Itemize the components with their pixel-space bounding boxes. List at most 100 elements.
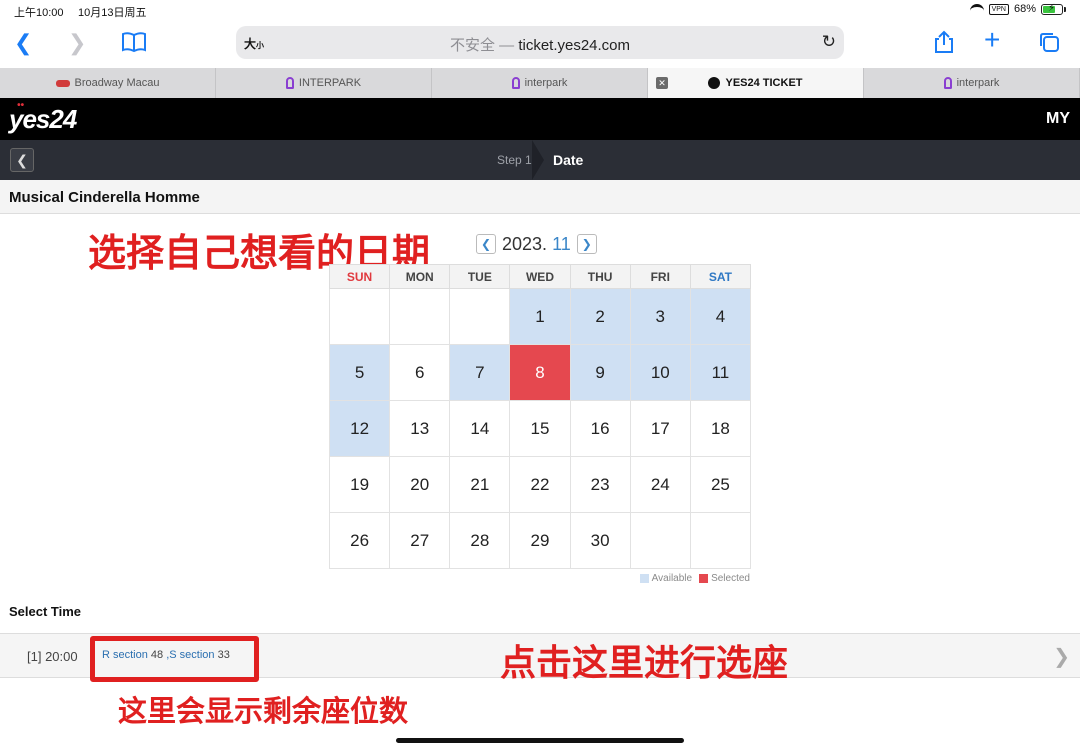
calendar-day[interactable]: 8 bbox=[509, 344, 571, 401]
step-separator-icon bbox=[532, 140, 546, 180]
weekday-header: TUE bbox=[449, 264, 511, 289]
calendar-week: 19 20 21 22 23 24 25 bbox=[328, 456, 752, 513]
calendar-day: 14 bbox=[449, 400, 511, 457]
calendar-day[interactable]: 9 bbox=[569, 344, 631, 401]
calendar-day: 24 bbox=[629, 456, 691, 513]
interpark-favicon-icon bbox=[943, 77, 952, 89]
next-month-button[interactable]: ❯ bbox=[576, 234, 597, 254]
legend-available: Available bbox=[651, 573, 693, 584]
calendar-week: 5 6 7 8 9 10 11 bbox=[328, 344, 752, 401]
share-icon[interactable] bbox=[933, 30, 955, 58]
calendar-empty-cell bbox=[689, 512, 752, 569]
weekday-header: SUN bbox=[328, 264, 391, 289]
battery-percent: 68% bbox=[1013, 3, 1036, 15]
calendar-day: 19 bbox=[328, 456, 391, 513]
annotation-remaining-seats: 这里会显示剩余座位数 bbox=[118, 694, 409, 728]
calendar-day[interactable]: 11 bbox=[689, 344, 752, 401]
calendar-week: 26 27 28 29 30 bbox=[328, 512, 752, 569]
tab-interpark-1[interactable]: INTERPARK bbox=[216, 68, 432, 98]
browser-tabs: Broadway Macau INTERPARK interpark ✕ YES2… bbox=[0, 68, 1080, 98]
calendar-empty-cell bbox=[629, 512, 691, 569]
reload-icon[interactable]: ↻ bbox=[822, 32, 836, 52]
battery-tip bbox=[1064, 6, 1066, 12]
calendar-day: 28 bbox=[449, 512, 511, 569]
select-time-heading: Select Time bbox=[9, 604, 82, 619]
calendar-day: 6 bbox=[389, 344, 451, 401]
calendar-day: 21 bbox=[449, 456, 511, 513]
tab-yes24-ticket[interactable]: ✕ YES24 TICKET bbox=[648, 68, 864, 98]
weekday-header: FRI bbox=[629, 264, 691, 289]
wifi-icon bbox=[969, 4, 984, 14]
battery-icon: ⚡ bbox=[1041, 3, 1063, 15]
available-swatch bbox=[639, 574, 649, 583]
tab-interpark-3[interactable]: interpark bbox=[864, 68, 1080, 98]
address-bar[interactable]: 大小 不安全 — ticket.yes24.com ↻ bbox=[236, 26, 844, 59]
step-1-label: Step 1 bbox=[497, 153, 532, 167]
status-time: 上午10:00 bbox=[14, 7, 64, 19]
calendar-day[interactable]: 10 bbox=[629, 344, 691, 401]
interpark-favicon-icon bbox=[511, 77, 520, 89]
home-indicator[interactable] bbox=[396, 738, 684, 743]
annotation-highlight-box bbox=[90, 636, 259, 682]
step-back-button[interactable]: ❮ bbox=[10, 148, 34, 172]
site-header: •• yes24 MY bbox=[0, 98, 1080, 140]
close-tab-icon[interactable]: ✕ bbox=[656, 77, 668, 89]
calendar-empty-cell bbox=[328, 288, 391, 345]
calendar-day: 13 bbox=[389, 400, 451, 457]
calendar-day: 26 bbox=[328, 512, 391, 569]
calendar-day[interactable]: 3 bbox=[629, 288, 691, 345]
bookmarks-icon[interactable] bbox=[121, 31, 147, 57]
step-date-label: Date bbox=[553, 152, 584, 168]
yes24-logo[interactable]: •• yes24 bbox=[9, 100, 77, 135]
time-slot-time: [1] 20:00 bbox=[27, 649, 78, 664]
tab-broadway-macau[interactable]: Broadway Macau bbox=[0, 68, 216, 98]
prev-month-button[interactable]: ❮ bbox=[476, 234, 496, 254]
weekday-header: MON bbox=[389, 264, 451, 289]
calendar-empty-cell bbox=[389, 288, 451, 345]
step-bar: ❮ Step 1 Date bbox=[0, 140, 1080, 180]
chevron-right-icon[interactable]: ❯ bbox=[1053, 644, 1070, 669]
month-label: 2023. 11 bbox=[502, 233, 571, 254]
calendar-day[interactable]: 2 bbox=[569, 288, 631, 345]
calendar: SUN MON TUE WED THU FRI SAT 1 2 3 4 5 6 7 8 9 10 11 12 13 1… bbox=[328, 264, 752, 569]
calendar-day: 18 bbox=[689, 400, 752, 457]
annotation-click-here: 点击这里进行选座 bbox=[500, 643, 789, 684]
browser-toolbar: ❮ ❯ 大小 不安全 — ticket.yes24.com ↻ + bbox=[0, 22, 1080, 68]
back-icon[interactable]: ❮ bbox=[14, 32, 32, 54]
screen: 上午10:00 10月13日周五 VPN 68% ⚡ ❮ ❯ 大小 不安全 — … bbox=[0, 0, 1080, 750]
url-text: 不安全 — ticket.yes24.com bbox=[449, 37, 631, 54]
show-title-bar: Musical Cinderella Homme bbox=[0, 180, 1080, 214]
tab-interpark-2[interactable]: interpark bbox=[432, 68, 648, 98]
calendar-day: 16 bbox=[569, 400, 631, 457]
calendar-week: 12 13 14 15 16 17 18 bbox=[328, 400, 752, 457]
calendar-day[interactable]: 12 bbox=[328, 400, 391, 457]
calendar-day: 23 bbox=[569, 456, 631, 513]
calendar-day[interactable]: 5 bbox=[328, 344, 391, 401]
vpn-badge: VPN bbox=[988, 3, 1009, 15]
my-button[interactable]: MY bbox=[1046, 110, 1070, 128]
new-tab-icon[interactable]: + bbox=[984, 26, 1000, 54]
forward-icon[interactable]: ❯ bbox=[68, 32, 86, 54]
show-title: Musical Cinderella Homme bbox=[9, 189, 200, 206]
calendar-day[interactable]: 7 bbox=[449, 344, 511, 401]
tabs-icon[interactable] bbox=[1038, 31, 1060, 57]
weekday-header: WED bbox=[509, 264, 571, 289]
legend-selected: Selected bbox=[711, 573, 750, 584]
status-date: 10月13日周五 bbox=[78, 7, 147, 19]
calendar-day[interactable]: 1 bbox=[509, 288, 571, 345]
weekday-header: THU bbox=[569, 264, 631, 289]
calendar-week: 1234 bbox=[328, 288, 752, 345]
calendar-day: 25 bbox=[689, 456, 752, 513]
selected-swatch bbox=[699, 574, 709, 583]
calendar-day: 22 bbox=[509, 456, 571, 513]
calendar-legend: Available Selected bbox=[639, 573, 750, 584]
calendar-day: 30 bbox=[569, 512, 631, 569]
status-right: VPN 68% ⚡ bbox=[969, 3, 1066, 15]
weekday-header: SAT bbox=[689, 264, 752, 289]
calendar-day: 20 bbox=[389, 456, 451, 513]
yes24-favicon-icon bbox=[708, 77, 721, 89]
calendar-day: 27 bbox=[389, 512, 451, 569]
calendar-day: 17 bbox=[629, 400, 691, 457]
calendar-day: 29 bbox=[509, 512, 571, 569]
calendar-day[interactable]: 4 bbox=[689, 288, 752, 345]
